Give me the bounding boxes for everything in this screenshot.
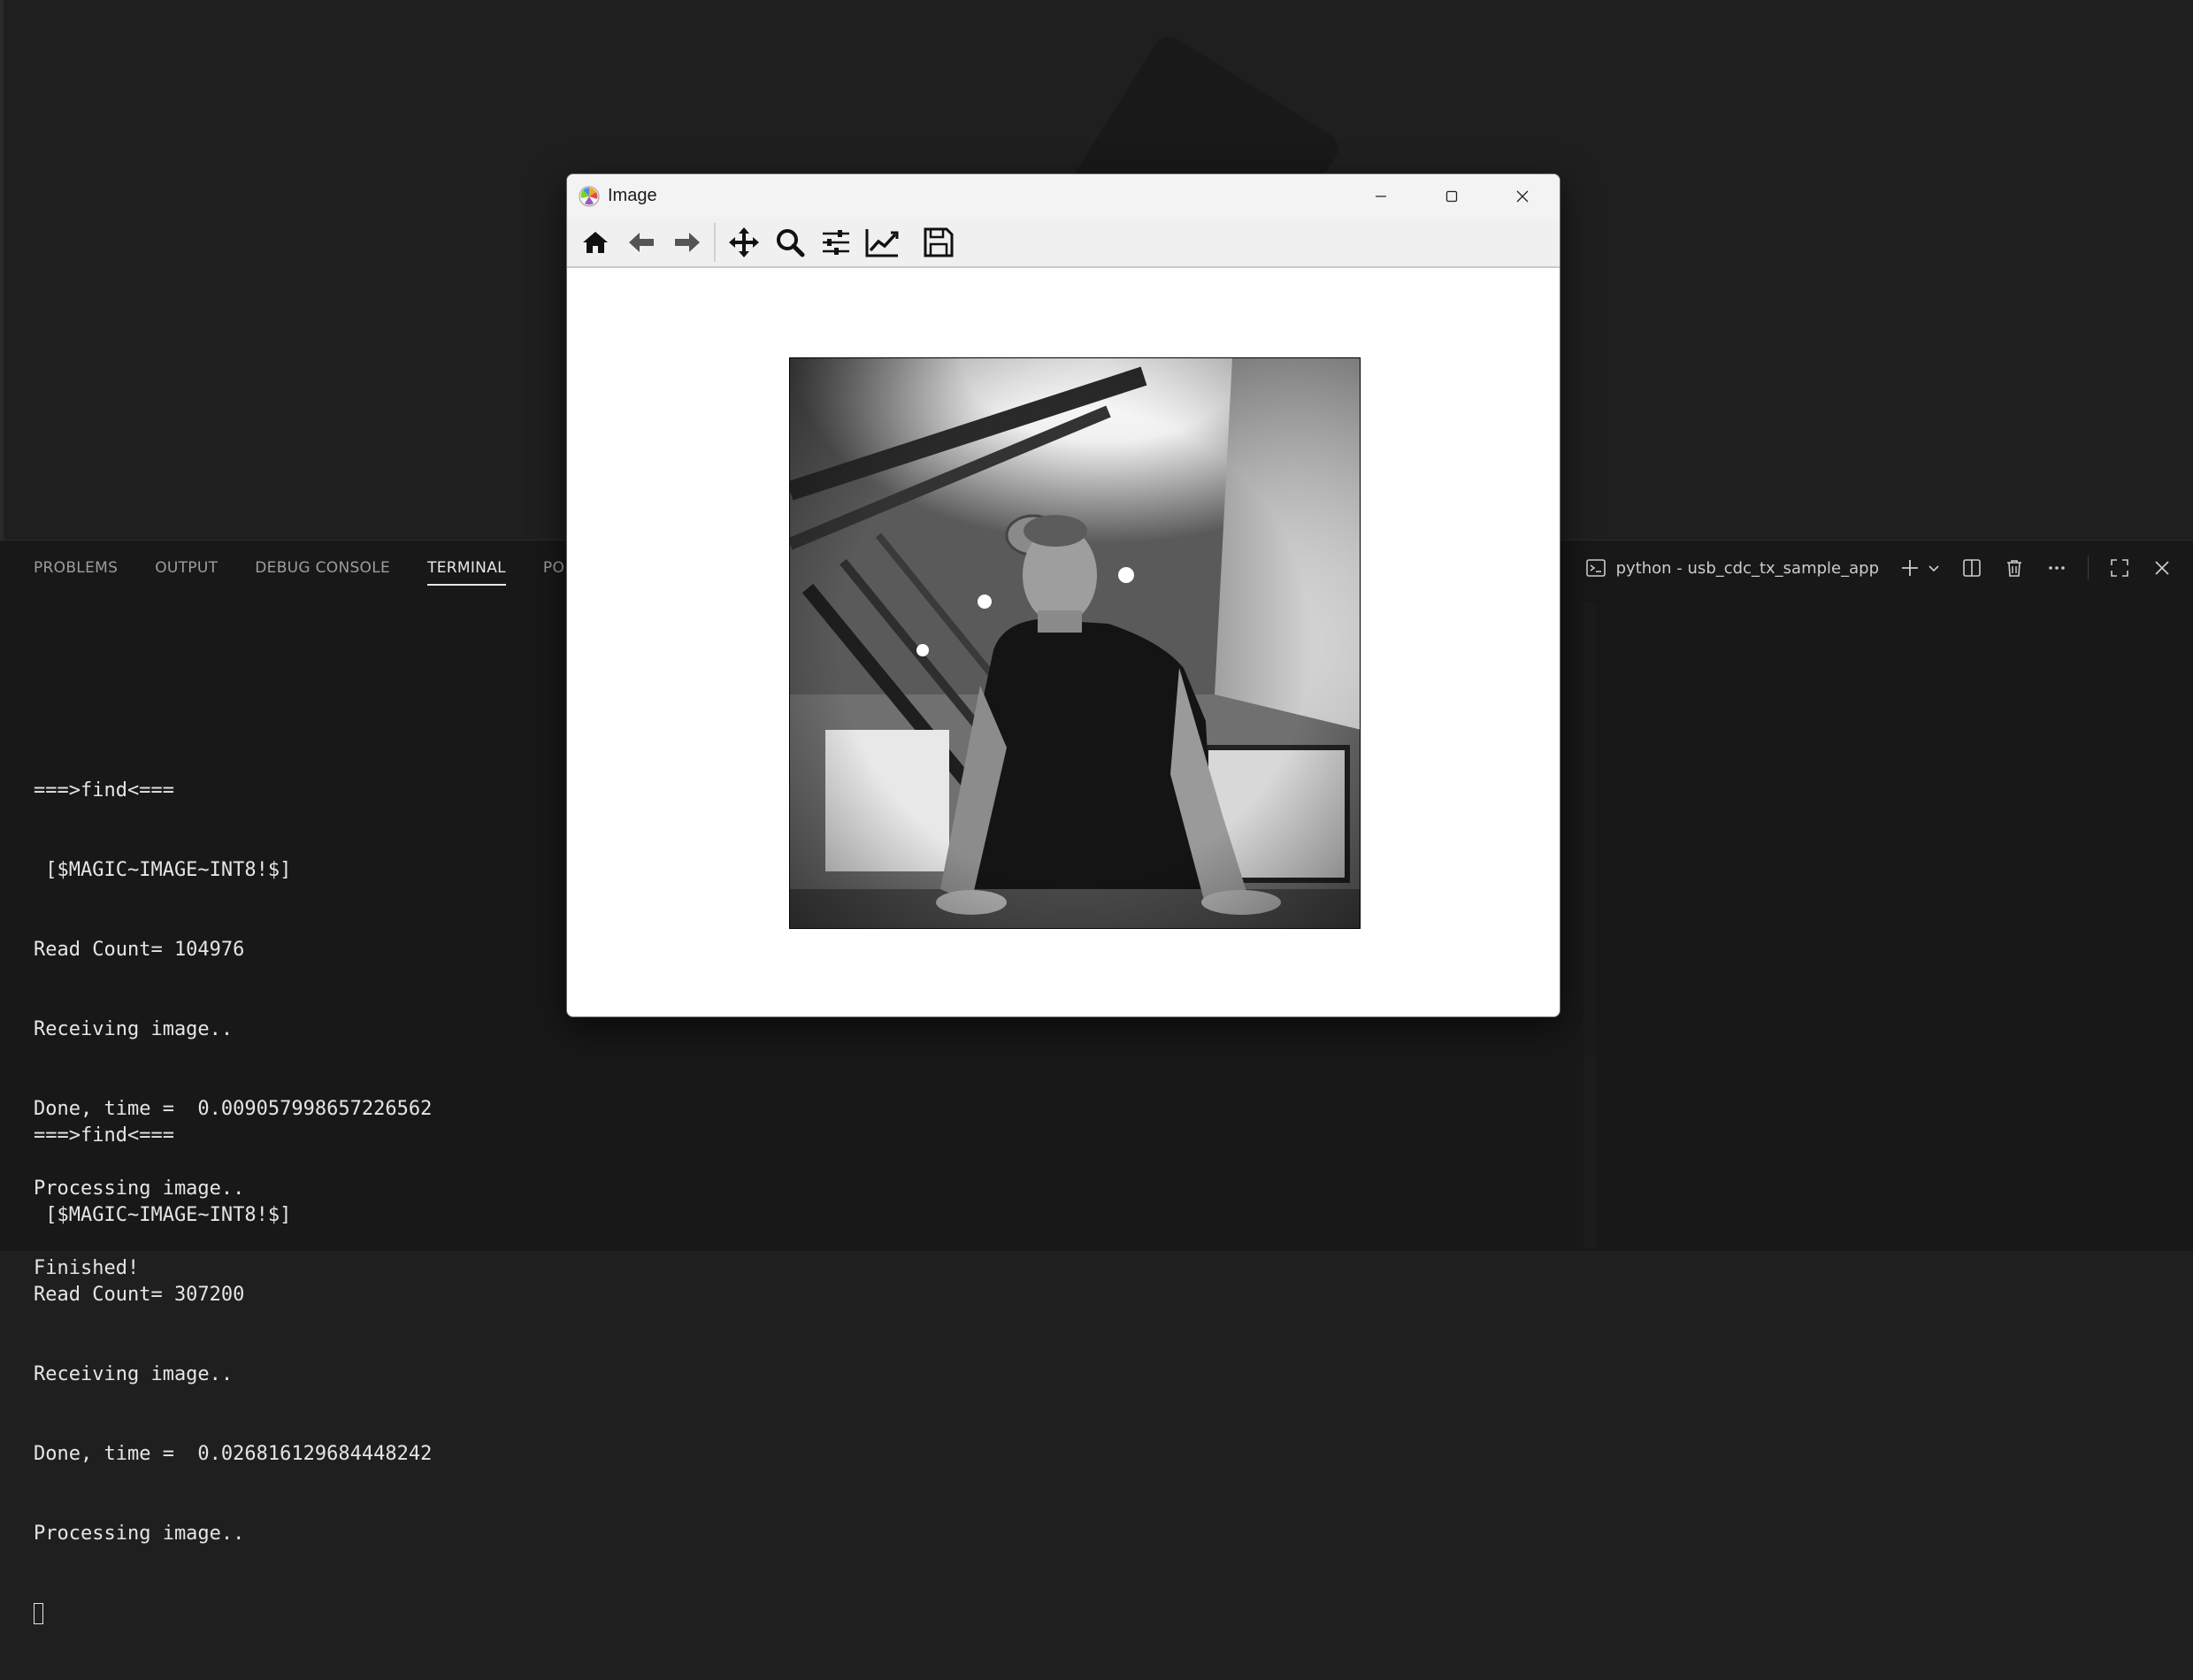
- camera-frame-image: [790, 358, 1360, 928]
- terminal-line: [$MAGIC~IMAGE~INT8!$]: [34, 859, 292, 881]
- terminal-line: Receiving image..: [34, 1018, 234, 1040]
- maximize-panel-icon[interactable]: [2108, 556, 2131, 579]
- save-button[interactable]: [916, 220, 962, 265]
- maximize-icon: [1445, 190, 1458, 203]
- zoom-icon: [777, 229, 805, 257]
- trash-icon[interactable]: [2003, 556, 2026, 579]
- terminal-block-2: ===>find<=== [$MAGIC~IMAGE~INT8!$] Read …: [34, 1070, 432, 1680]
- back-arrow-icon: [629, 233, 654, 252]
- zoom-button[interactable]: [767, 220, 813, 265]
- more-actions-icon[interactable]: [2045, 556, 2068, 579]
- minimize-button[interactable]: [1346, 174, 1416, 219]
- chevron-down-icon[interactable]: [1927, 556, 1941, 579]
- pan-button[interactable]: [721, 220, 767, 265]
- terminal-line: ===>find<===: [34, 779, 174, 802]
- new-terminal-icon[interactable]: [1898, 556, 1921, 579]
- configure-subplots-button[interactable]: [813, 220, 859, 265]
- pan-icon: [729, 227, 759, 257]
- save-icon: [924, 227, 954, 257]
- terminal-line: Read Count= 104976: [34, 939, 245, 961]
- grayscale-camera-image[interactable]: [789, 357, 1361, 929]
- figure-toolbar: [567, 219, 1560, 268]
- edit-axes-icon: [865, 229, 899, 257]
- terminal-line: Done, time = 0.026816129684448242: [34, 1443, 433, 1465]
- close-panel-icon[interactable]: [2151, 556, 2174, 579]
- home-icon: [583, 232, 608, 253]
- close-button[interactable]: [1487, 174, 1558, 219]
- terminal-line: ===>find<===: [34, 1124, 174, 1147]
- window-title: Image: [608, 186, 657, 205]
- terminal-line: Processing image..: [34, 1523, 245, 1545]
- window-titlebar[interactable]: Image: [567, 174, 1560, 219]
- terminal-scrollbar[interactable]: [1583, 602, 1596, 1248]
- matplotlib-app-icon: [578, 185, 601, 208]
- terminal-line: Read Count= 307200: [34, 1284, 245, 1306]
- configure-subplots-icon: [823, 230, 849, 255]
- toolbar-divider: [2088, 556, 2089, 580]
- image-window[interactable]: Image: [566, 173, 1560, 1017]
- forward-arrow-icon: [675, 233, 700, 252]
- terminal-cursor: [34, 1603, 43, 1624]
- terminal-line: Receiving image..: [34, 1363, 234, 1385]
- home-button[interactable]: [572, 220, 618, 265]
- toolbar-separator: [714, 223, 716, 262]
- figure-canvas[interactable]: [567, 270, 1560, 1016]
- terminal-cursor-line: [34, 1600, 432, 1627]
- maximize-button[interactable]: [1416, 174, 1487, 219]
- close-icon: [1516, 190, 1529, 203]
- edit-axes-button[interactable]: [859, 220, 905, 265]
- split-terminal-icon[interactable]: [1960, 556, 1983, 579]
- forward-button[interactable]: [664, 220, 710, 265]
- minimize-icon: [1376, 196, 1386, 197]
- back-button[interactable]: [618, 220, 664, 265]
- terminal-line: [$MAGIC~IMAGE~INT8!$]: [34, 1204, 292, 1226]
